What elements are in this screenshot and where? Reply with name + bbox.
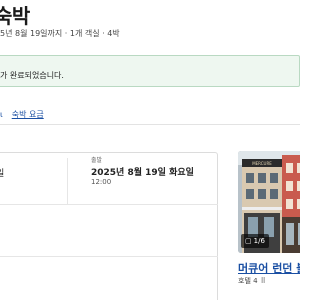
photo-count: 1/6	[253, 237, 265, 245]
checkout-label: 출발	[91, 157, 103, 164]
page-title: 숙박	[0, 4, 30, 28]
photo-count-badge[interactable]: ▢ 1/6	[241, 234, 269, 248]
hotel-rating-label: 호텔 4	[238, 277, 258, 285]
checkout-date: 2025년 8월 19일 화요일	[91, 168, 194, 178]
hotel-sign-text: MERCURE	[252, 161, 272, 166]
checkin-date: 일	[0, 169, 5, 179]
links-row: ι 숙박 요금	[0, 109, 44, 120]
booking-summary: 5년 8월 19일까지 · 1개 객실 · 4박	[0, 29, 120, 38]
link-partial[interactable]: ι	[0, 110, 3, 119]
checkout-time: 12:00	[91, 178, 112, 186]
divider	[0, 124, 300, 125]
hotel-name-link[interactable]: 머큐어 런던 블룸	[238, 260, 300, 276]
booking-confirmation-page: 숙박 5년 8월 19일까지 · 1개 객실 · 4박 가 완료되었습니다. ι…	[0, 0, 300, 300]
success-message: 가 완료되었습니다.	[0, 71, 64, 80]
divider	[0, 204, 218, 205]
divider	[67, 158, 68, 204]
divider	[0, 256, 218, 257]
photos-icon: ▢	[245, 237, 252, 245]
room-rate-link[interactable]: 숙박 요금	[12, 110, 44, 119]
grid-icon: ⠿	[260, 277, 266, 285]
hotel-rating: 호텔 4 ⠿	[238, 276, 266, 286]
